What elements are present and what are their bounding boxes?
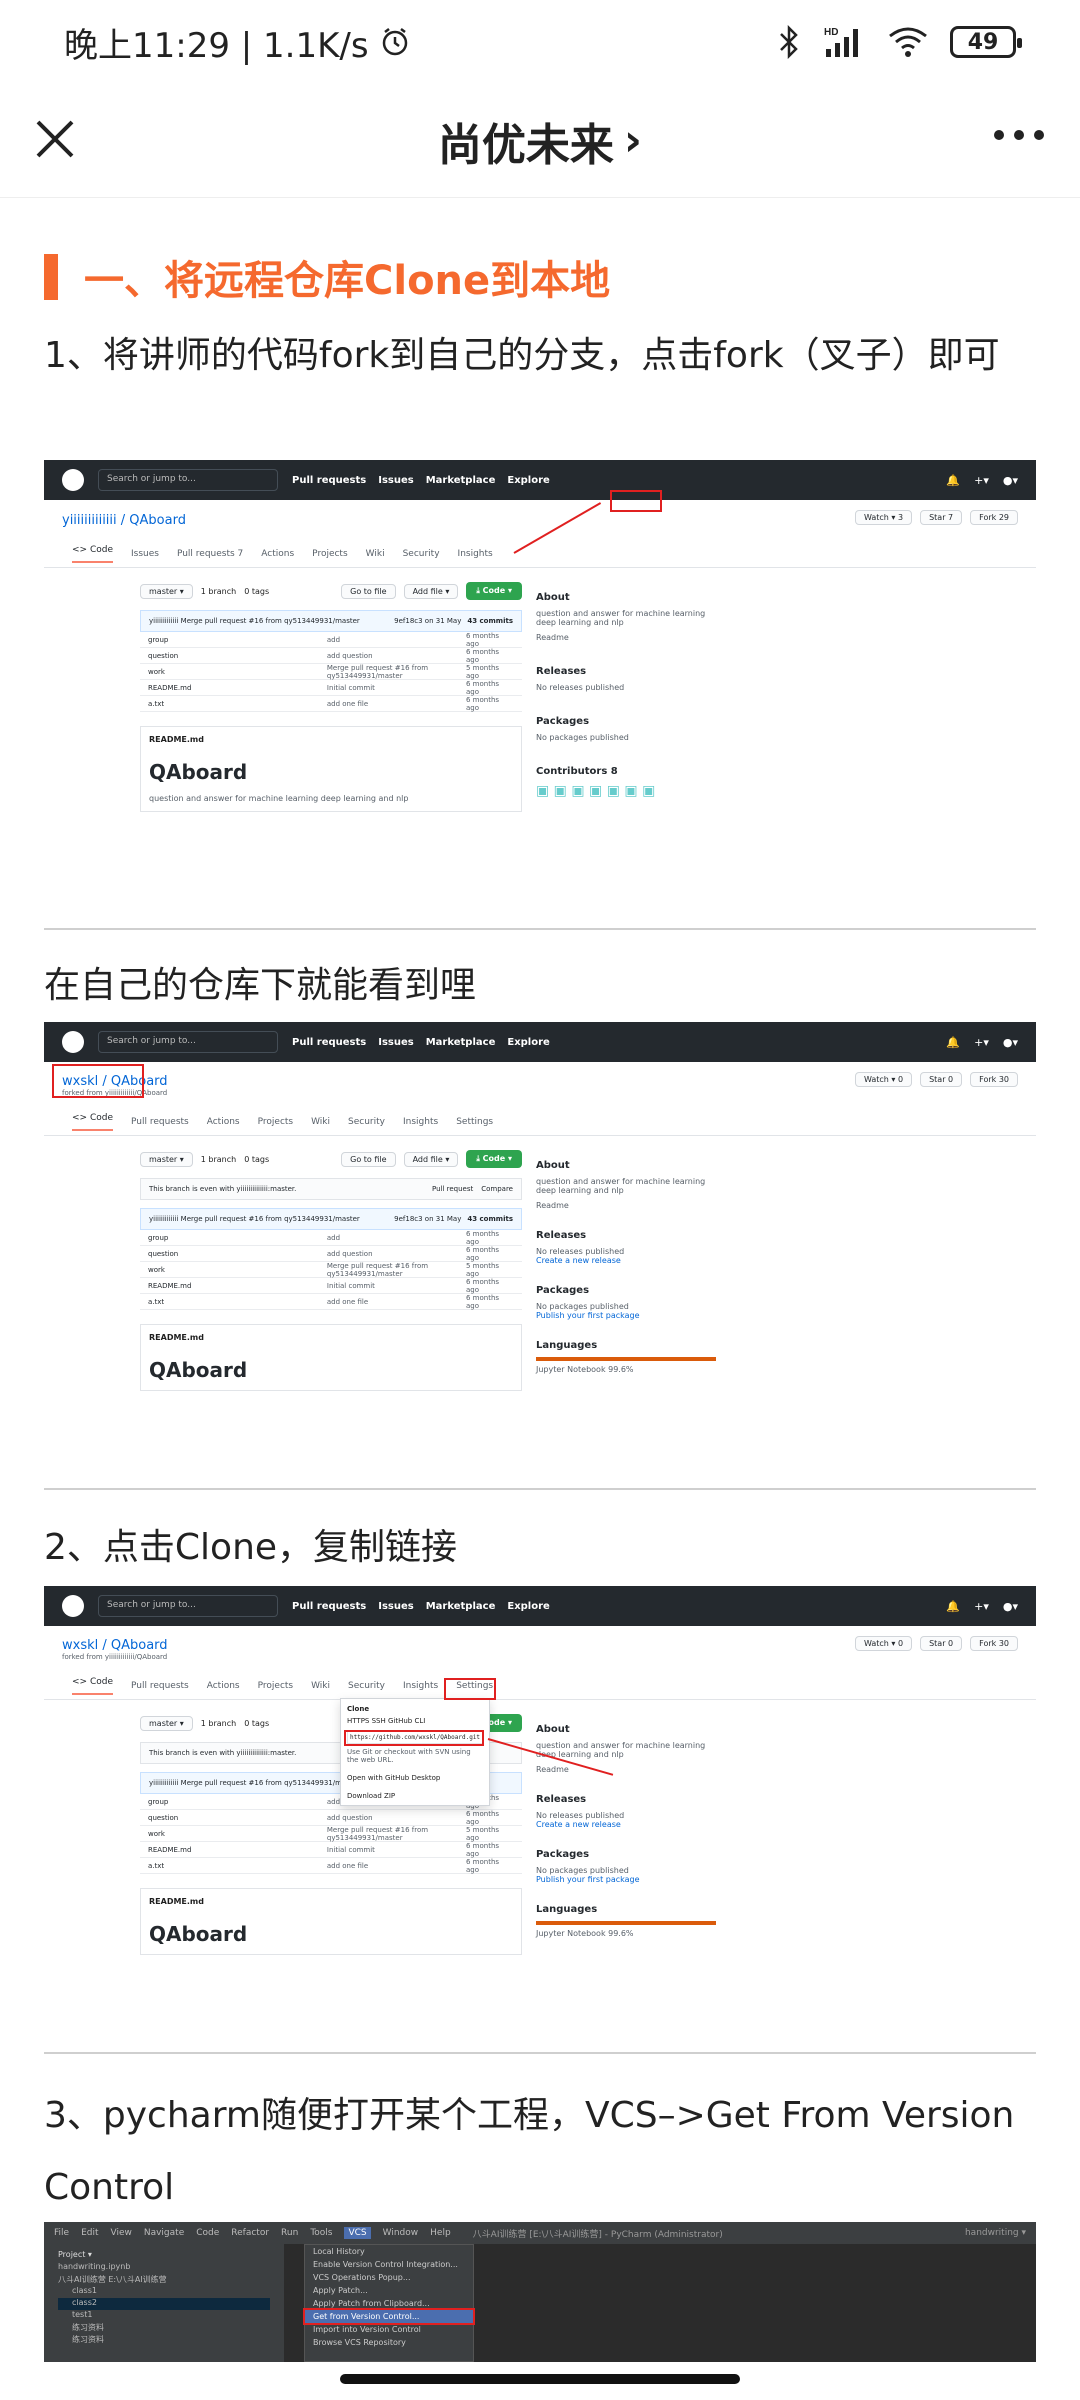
svg-text:HD: HD bbox=[824, 27, 838, 38]
home-indicator[interactable] bbox=[340, 2374, 740, 2384]
chevron-right-icon: › bbox=[623, 115, 643, 166]
get-from-vcs-item[interactable]: Get from Version Control... bbox=[303, 2308, 475, 2325]
github-header: Search or jump to... Pull requests Issues… bbox=[44, 1022, 1036, 1062]
close-icon[interactable] bbox=[30, 114, 80, 164]
screenshot-clone[interactable]: Search or jump to... Pull requests Issues… bbox=[44, 1586, 1036, 2054]
section-title: 一、将远程仓库Clone到本地 bbox=[84, 258, 611, 304]
more-icon[interactable] bbox=[994, 130, 1044, 140]
wifi-icon bbox=[889, 27, 927, 57]
highlight-code-button bbox=[444, 1678, 496, 1700]
highlight-url-box bbox=[344, 1730, 484, 1746]
github-search-input: Search or jump to... bbox=[98, 469, 278, 491]
paragraph-after-fork: 在自己的仓库下就能看到哩 bbox=[44, 965, 477, 1006]
fork-button: Fork 29 bbox=[970, 510, 1018, 525]
github-logo-icon bbox=[62, 469, 84, 491]
paragraph-step1: 1、将讲师的代码fork到自己的分支，点击fork（叉子）即可 bbox=[44, 335, 1000, 376]
status-time: 晚上11:29 | 1.1K/s bbox=[64, 25, 369, 66]
download-zip-item[interactable]: Download ZIP bbox=[347, 1792, 483, 1800]
screenshot-forked-repo[interactable]: Search or jump to... Pull requests Issues… bbox=[44, 1022, 1036, 1490]
repo-sidebar: About question and answer for machine le… bbox=[536, 582, 716, 812]
battery-indicator: 49 bbox=[950, 26, 1022, 58]
run-config: handwriting ▾ bbox=[964, 2228, 1026, 2238]
alarm-icon bbox=[382, 28, 407, 56]
status-bar: 晚上11:29 | 1.1K/s HD 49 bbox=[0, 0, 1080, 84]
highlight-repo-box bbox=[52, 1064, 144, 1098]
section-accent-bar bbox=[44, 254, 58, 300]
commit-bar: yiiiiiiiiiiiii Merge pull request #16 fr… bbox=[140, 610, 522, 632]
bluetooth-icon bbox=[780, 25, 798, 59]
github-header-icons: 🔔 +▾ ●▾ bbox=[946, 473, 1018, 487]
repo-tabs: <> Code Issues Pull requests 7 Actions Proje… bbox=[44, 540, 1036, 568]
file-row: work Merge pull request #16 from qy513449… bbox=[140, 664, 522, 680]
repo-title: yiiiiiiiiiiiii / QAboard Watch ▾ 3 Star … bbox=[44, 500, 1036, 540]
file-row: group add 6 months ago bbox=[140, 632, 522, 648]
top-nav-bar: 尚优未来 › bbox=[0, 84, 1080, 198]
clone-popover: Clone HTTPS SSH GitHub CLI https://githu… bbox=[340, 1698, 490, 1806]
screenshot-pycharm[interactable]: File Edit View Navigate Code Refactor Run Tools… bbox=[44, 2222, 1036, 2362]
readme-box: README.md QAboard question and answer fo… bbox=[140, 726, 522, 812]
language-bar bbox=[536, 1357, 716, 1361]
screenshot-fork[interactable]: Search or jump to... Pull requests Issues… bbox=[44, 460, 1036, 930]
branch-row: master ▾ 1 branch 0 tags Go to file Add … bbox=[140, 582, 522, 600]
paragraph-step2: 2、点击Clone，复制链接 bbox=[44, 1527, 458, 1568]
github-header: Search or jump to... Pull requests Issues… bbox=[44, 460, 1036, 500]
repo-title: wxskl / QAboard forked from yiiiiiiiiiii… bbox=[44, 1062, 1036, 1108]
vcs-menu: VCS bbox=[344, 2227, 371, 2239]
contributor-avatars: ▣ ▣ ▣ ▣ ▣ ▣ ▣ bbox=[536, 783, 656, 799]
account-title[interactable]: 尚优未来 › bbox=[438, 109, 642, 173]
vcs-dropdown: Local History Enable Version Control Int… bbox=[303, 2244, 475, 2362]
file-row: question add question 6 months ago bbox=[140, 648, 522, 664]
github-logo-icon bbox=[62, 1595, 84, 1617]
file-row: README.md Initial commit 6 months ago bbox=[140, 680, 522, 696]
open-desktop-item[interactable]: Open with GitHub Desktop bbox=[347, 1774, 483, 1782]
signal-icon: HD bbox=[824, 27, 858, 57]
star-button: Star 7 bbox=[920, 510, 963, 525]
highlight-fork-box bbox=[610, 490, 662, 512]
github-logo-icon bbox=[62, 1031, 84, 1053]
paragraph-step3: 3、pycharm随便打开某个工程，VCS–>Get From Version … bbox=[44, 2095, 1015, 2208]
section-header: 一、将远程仓库Clone到本地 bbox=[44, 248, 610, 306]
github-menu: Pull requests Issues Marketplace Explore bbox=[292, 474, 550, 486]
watch-button: Watch ▾ 3 bbox=[854, 510, 913, 525]
pycharm-menubar: File Edit View Navigate Code Refactor Run Tools… bbox=[44, 2222, 1036, 2244]
repo-tabs: <> Code Pull requests Actions Projects Wiki S… bbox=[44, 1108, 1036, 1136]
project-tree: Project ▾ handwriting.ipynb 八斗AI训练营 E:\八… bbox=[44, 2244, 284, 2362]
file-row: a.txt add one file 6 months ago bbox=[140, 696, 522, 712]
